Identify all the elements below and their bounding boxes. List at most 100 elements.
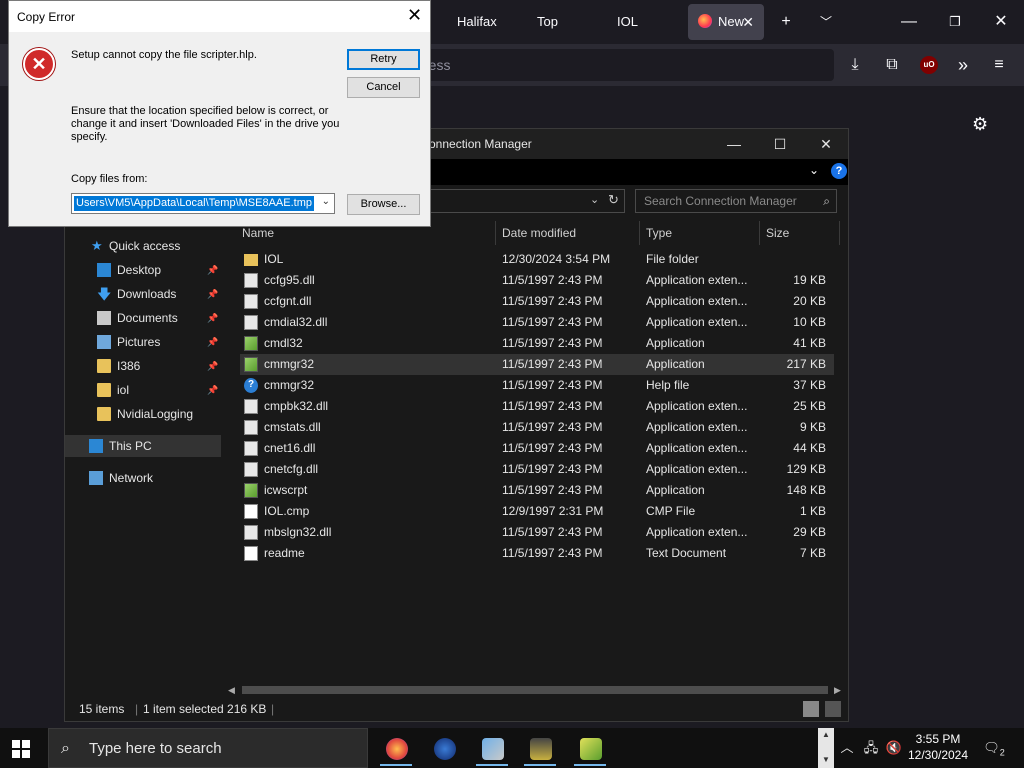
address-dropdown-icon[interactable]: ⌄ <box>590 193 599 206</box>
minimize-button[interactable]: — <box>895 8 923 36</box>
address-bar[interactable]: ⌄ ↻ <box>429 189 625 213</box>
table-row[interactable]: cnetcfg.dll 11/5/1997 2:43 PM Application … <box>240 459 834 480</box>
table-row[interactable]: IOL.cmp 12/9/1997 2:31 PM CMP File 1 KB <box>240 501 834 522</box>
nav-quick-access[interactable]: ★ Quick access <box>65 235 221 257</box>
taskbar-app-globe[interactable] <box>424 732 464 766</box>
horizontal-scrollbar[interactable]: ◀ ▶ <box>222 683 848 697</box>
copy-error-dialog: Copy Error ✕ ✕ Setup cannot copy the fil… <box>8 0 431 227</box>
nav-nvidialogging[interactable]: NvidiaLogging <box>65 403 221 425</box>
scroll-left-icon[interactable]: ◀ <box>228 683 235 697</box>
taskbar-clock[interactable]: 3:55 PM 12/30/2024 <box>902 731 974 763</box>
nav-documents[interactable]: Documents 📌 <box>65 307 221 329</box>
taskbar-app-setup[interactable] <box>472 732 512 766</box>
extensions-icon[interactable]: ⧉ <box>878 51 906 79</box>
table-row[interactable]: cmdl32 11/5/1997 2:43 PM Application 41 KB <box>240 333 834 354</box>
nav-pictures[interactable]: Pictures 📌 <box>65 331 221 353</box>
url-bar[interactable]: ress <box>420 49 834 81</box>
file-date: 11/5/1997 2:43 PM <box>502 294 603 308</box>
table-row[interactable]: mbslgn32.dll 11/5/1997 2:43 PM Application… <box>240 522 834 543</box>
ribbon-expand-chevron-icon[interactable]: ⌄ <box>809 163 819 177</box>
settings-gear-icon[interactable]: ⚙ <box>972 114 988 135</box>
column-header-size[interactable]: Size <box>760 221 840 245</box>
dialog-title-bar: Copy Error ✕ <box>9 1 430 32</box>
table-row[interactable]: cmpbk32.dll 11/5/1997 2:43 PM Application … <box>240 396 834 417</box>
taskbar-search-input[interactable]: ⌕ Type here to search <box>48 728 368 768</box>
table-row[interactable]: cmdial32.dll 11/5/1997 2:43 PM Application… <box>240 312 834 333</box>
downloads-icon: 🡇 <box>97 286 112 302</box>
ublock-icon[interactable]: uO <box>920 56 938 74</box>
nav-desktop[interactable]: Desktop 📌 <box>65 259 221 281</box>
nav-this-pc-label: This PC <box>109 439 152 453</box>
file-type: File folder <box>646 252 699 266</box>
table-row[interactable]: ccfgnt.dll 11/5/1997 2:43 PM Application e… <box>240 291 834 312</box>
table-row[interactable]: ? cmmgr32 11/5/1997 2:43 PM Help file 37 KB <box>240 375 834 396</box>
large-icons-view-icon[interactable] <box>825 701 841 717</box>
taskbar-app-installer[interactable] <box>570 732 610 766</box>
tab-halifax[interactable]: Halifax <box>457 4 497 40</box>
scroll-right-icon[interactable]: ▶ <box>834 683 841 697</box>
retry-button[interactable]: Retry <box>347 49 420 70</box>
help-icon[interactable]: ? <box>831 163 847 179</box>
column-header-type[interactable]: Type <box>640 221 760 245</box>
table-row[interactable]: cmmgr32 11/5/1997 2:43 PM Application 217 K… <box>240 354 834 375</box>
scrollbar-thumb[interactable] <box>242 686 828 694</box>
hamburger-menu-icon[interactable]: ≡ <box>985 51 1013 79</box>
tab-list-chevron-icon[interactable]: ﹀ <box>812 8 840 36</box>
tab-close-icon[interactable]: ✕ <box>742 4 754 40</box>
table-row[interactable]: cnet16.dll 11/5/1997 2:43 PM Application e… <box>240 438 834 459</box>
tray-chevron-up-icon[interactable]: ︿ <box>838 728 856 768</box>
tab-new[interactable]: New ✕ <box>688 4 764 40</box>
nav-desktop-label: Desktop <box>117 263 162 277</box>
overflow-menu-icon[interactable]: » <box>949 51 977 79</box>
refresh-icon[interactable]: ↻ <box>608 192 619 208</box>
file-date: 11/5/1997 2:43 PM <box>502 420 603 434</box>
browse-button[interactable]: Browse... <box>347 194 420 215</box>
app-file-icon <box>244 357 258 372</box>
search-input[interactable]: Search Connection Manager ⌕ <box>635 189 837 213</box>
file-date: 11/5/1997 2:43 PM <box>502 441 603 455</box>
new-tab-button[interactable]: + <box>772 8 800 36</box>
nav-i386[interactable]: I386 📌 <box>65 355 221 377</box>
nav-this-pc[interactable]: This PC <box>65 435 221 457</box>
scroll-up-icon[interactable]: ▲ <box>818 730 834 739</box>
table-row[interactable]: icwscrpt 11/5/1997 2:43 PM Application 148 … <box>240 480 834 501</box>
file-name: cnet16.dll <box>264 441 316 455</box>
folder-icon <box>97 359 111 373</box>
scroll-down-icon[interactable]: ▼ <box>818 755 834 764</box>
close-window-button[interactable]: ✕ <box>987 8 1015 36</box>
nav-iol[interactable]: iol 📌 <box>65 379 221 401</box>
taskbar-app-firefox[interactable] <box>376 732 416 766</box>
explorer-minimize-button[interactable]: — <box>711 129 757 159</box>
table-row[interactable]: ccfg95.dll 11/5/1997 2:43 PM Application e… <box>240 270 834 291</box>
table-row[interactable]: readme 11/5/1997 2:43 PM Text Document 7 KB <box>240 543 834 564</box>
file-name: ccfg95.dll <box>264 273 315 287</box>
windows-start-icon[interactable] <box>12 740 30 758</box>
file-date: 11/5/1997 2:43 PM <box>502 399 603 413</box>
chevron-down-icon[interactable]: ⌄ <box>322 196 330 207</box>
network-tray-icon[interactable]: 🖧 <box>860 728 882 768</box>
column-header-date[interactable]: Date modified <box>496 221 640 245</box>
nav-network[interactable]: Network <box>65 467 221 489</box>
tab-top[interactable]: Top <box>537 4 558 40</box>
volume-muted-icon[interactable]: 🔇 <box>884 728 904 768</box>
dialog-close-icon[interactable]: ✕ <box>407 5 422 26</box>
file-type: Application exten... <box>646 420 748 434</box>
restore-button[interactable]: ❐ <box>941 8 969 36</box>
folder-icon <box>97 407 111 421</box>
explorer-close-button[interactable]: ✕ <box>803 129 849 159</box>
cancel-button[interactable]: Cancel <box>347 77 420 98</box>
copy-from-combobox[interactable]: Users\VM5\AppData\Local\Temp\MSE8AAE.tmp… <box>71 193 335 214</box>
table-row[interactable]: IOL 12/30/2024 3:54 PM File folder <box>240 249 834 270</box>
explorer-maximize-button[interactable]: ☐ <box>757 129 803 159</box>
table-row[interactable]: cmstats.dll 11/5/1997 2:43 PM Application … <box>240 417 834 438</box>
file-size: 19 KB <box>793 273 826 287</box>
nav-downloads[interactable]: 🡇 Downloads 📌 <box>65 283 221 305</box>
tab-iol[interactable]: IOL <box>617 4 638 40</box>
taskbar-scroll-control[interactable]: ▲ ▼ <box>818 728 834 768</box>
taskbar-app-explorer[interactable] <box>520 732 560 766</box>
dll-file-icon <box>244 399 258 414</box>
download-icon[interactable]: ⤓ <box>841 51 869 79</box>
notification-center-icon[interactable]: 🗨2 <box>980 728 1008 768</box>
details-view-icon[interactable] <box>803 701 819 717</box>
desktop-icon <box>97 263 111 277</box>
